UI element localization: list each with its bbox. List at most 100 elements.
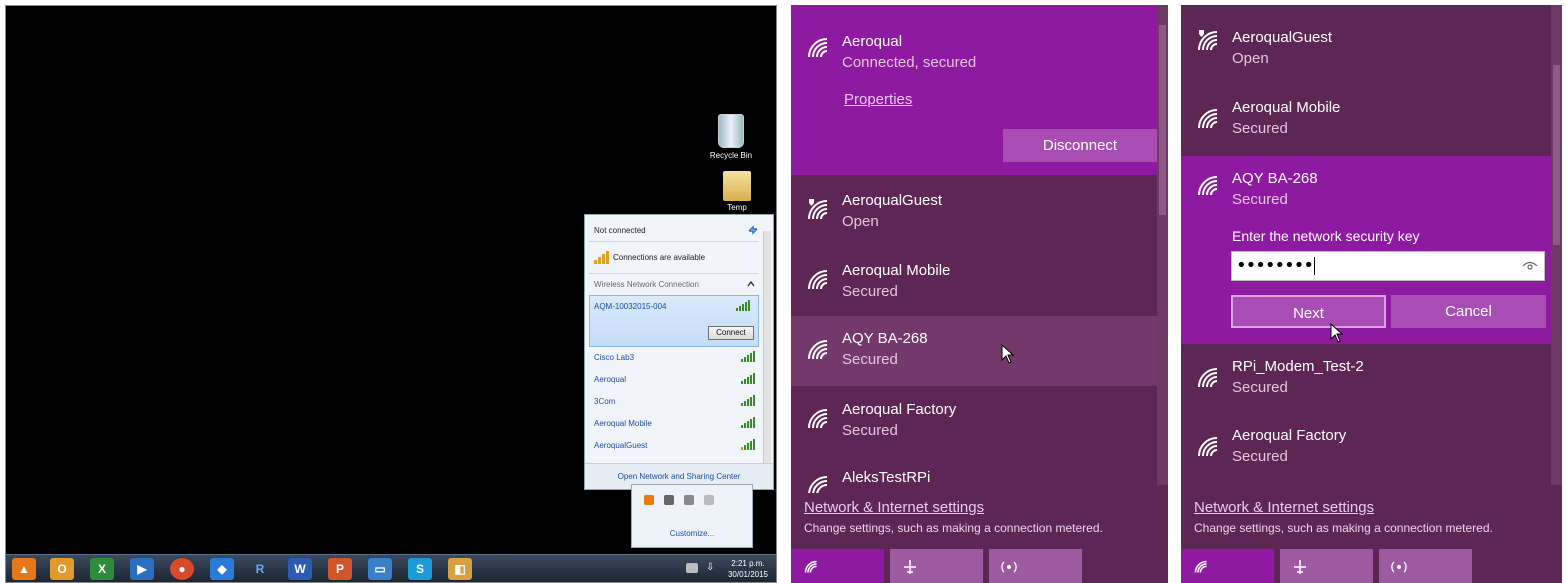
network-status: Connected, secured	[842, 54, 977, 71]
scrollbar-thumb[interactable]	[1159, 25, 1166, 215]
connect-button[interactable]: Connect	[708, 326, 754, 340]
properties-link[interactable]: Properties	[844, 91, 912, 108]
wifi-icon	[1198, 109, 1218, 129]
network-row[interactable]: AleksTestRPi	[791, 457, 1157, 493]
network-ssid: AQY BA-268	[842, 330, 928, 347]
availability-text: Connections are available	[613, 253, 706, 262]
wifi-icon	[808, 476, 828, 493]
disconnect-button[interactable]: Disconnect	[1003, 129, 1157, 162]
network-row[interactable]: Aeroqual Factory Secured	[1181, 415, 1547, 483]
network-row[interactable]: RPi_Modem_Test-2 Secured	[1181, 346, 1547, 414]
security-key-input[interactable]: ••••••••	[1231, 251, 1545, 281]
next-button[interactable]: Next	[1231, 295, 1386, 328]
network-item[interactable]: Aeroqual Mobile	[594, 419, 652, 428]
airplane-icon	[904, 560, 916, 574]
taskbar-clock[interactable]: 2:21 p.m. 30/01/2015	[728, 558, 768, 580]
network-tray-icon[interactable]: ⇩	[706, 563, 716, 573]
wifi-icon	[1198, 368, 1218, 388]
tray-app-icon[interactable]	[664, 495, 674, 505]
dropbox-icon[interactable]: ◆	[210, 558, 234, 580]
network-status: Secured	[1232, 379, 1288, 396]
wifi-icon	[1198, 437, 1218, 457]
vlc-icon[interactable]: ▲	[12, 558, 36, 580]
network-status: Open	[1232, 50, 1269, 67]
wifi-icon	[1194, 560, 1207, 573]
section-header: Wireless Network Connection	[594, 280, 699, 289]
network-status: Secured	[1232, 191, 1288, 208]
skype-icon[interactable]: S	[408, 558, 432, 580]
media-player-icon[interactable]: ▶	[130, 558, 154, 580]
network-ssid: AleksTestRPi	[842, 469, 931, 486]
network-item[interactable]: AeroqualGuest	[594, 441, 647, 450]
chrome-icon[interactable]: ●	[170, 558, 194, 580]
taskbar: ▲ O X ▶ ● ◆ R W P ▭ S ◧ ⇩ 2:21 p.m. 30/0…	[6, 554, 776, 582]
signal-strength-icon	[741, 351, 757, 362]
mouse-cursor-icon	[1330, 323, 1344, 343]
powerpoint-icon[interactable]: P	[328, 558, 352, 580]
flag-icon[interactable]	[704, 495, 714, 505]
wifi-open-icon	[1198, 30, 1218, 51]
signal-strength-icon	[741, 373, 757, 384]
network-item[interactable]: Cisco Lab3	[594, 353, 634, 362]
network-settings-link[interactable]: Network & Internet settings	[1194, 499, 1374, 516]
network-list-scrollbar[interactable]	[1157, 5, 1168, 485]
connected-network-row[interactable]: Aeroqual Connected, secured Properties D…	[791, 5, 1157, 175]
mobile-hotspot-quick-action[interactable]	[1379, 549, 1472, 583]
customize-link[interactable]: Customize...	[632, 529, 752, 538]
network-settings-description: Change settings, such as making a connec…	[1194, 521, 1493, 535]
divider	[589, 241, 759, 242]
windows10-network-panel: Aeroqual Connected, secured Properties D…	[791, 5, 1168, 583]
refresh-icon[interactable]	[747, 225, 759, 235]
network-item[interactable]: Aeroqual	[594, 375, 626, 384]
outlook-icon[interactable]: O	[50, 558, 74, 580]
airplane-mode-quick-action[interactable]	[890, 549, 983, 583]
folder-icon	[723, 171, 751, 201]
connection-status: Not connected	[594, 226, 646, 235]
chevron-up-icon[interactable]	[747, 281, 755, 287]
network-ssid: Aeroqual Mobile	[1232, 99, 1341, 116]
vlc-tray-icon[interactable]	[644, 495, 654, 505]
network-name: AQM-10032015-004	[594, 302, 667, 311]
cancel-button[interactable]: Cancel	[1391, 295, 1546, 328]
network-row[interactable]: AeroqualGuest Open	[791, 178, 1157, 244]
wifi-icon	[1198, 176, 1218, 196]
recycle-bin-icon	[718, 114, 744, 148]
scrollbar-thumb[interactable]	[1553, 65, 1560, 245]
notification-tray-icon[interactable]	[686, 563, 698, 573]
r-icon[interactable]: R	[248, 558, 272, 580]
network-ssid: Aeroqual Mobile	[842, 262, 951, 279]
wifi-icon	[808, 409, 828, 429]
reveal-password-icon[interactable]	[1522, 261, 1538, 271]
volume-icon[interactable]	[684, 495, 694, 505]
network-row[interactable]: AeroqualGuest Open	[1181, 9, 1547, 75]
wifi-quick-action[interactable]	[1181, 549, 1274, 583]
network-row[interactable]: Aeroqual Mobile Secured	[1181, 87, 1547, 153]
network-row[interactable]: Aeroqual Factory Secured	[791, 387, 1157, 453]
windows10-security-key-panel: AeroqualGuest Open Aeroqual Mobile Secur…	[1181, 5, 1562, 583]
popup-scrollbar[interactable]	[763, 231, 771, 463]
word-icon[interactable]: W	[288, 558, 312, 580]
network-settings-link[interactable]: Network & Internet settings	[804, 499, 984, 516]
wifi-quick-action[interactable]	[791, 549, 884, 583]
network-status: Secured	[842, 351, 898, 368]
network-row-hovered[interactable]: AQY BA-268 Secured	[791, 316, 1157, 386]
wifi-icon	[808, 38, 828, 58]
network-list-scrollbar[interactable]	[1551, 5, 1562, 485]
network-ssid: AeroqualGuest	[1232, 29, 1333, 46]
airplane-mode-quick-action[interactable]	[1280, 549, 1373, 583]
folder-sync-icon[interactable]: ◧	[448, 558, 472, 580]
security-key-prompt: Enter the network security key	[1232, 228, 1420, 244]
explorer-icon[interactable]: ▭	[368, 558, 392, 580]
temp-folder-shortcut[interactable]: Temp	[707, 171, 767, 216]
network-settings-description: Change settings, such as making a connec…	[804, 521, 1103, 535]
divider	[589, 273, 759, 274]
selected-network-row[interactable]: AQM-10032015-004 Connect	[589, 295, 759, 347]
network-item[interactable]: 3Com	[594, 397, 615, 406]
network-ssid: AQY BA-268	[1232, 170, 1318, 187]
mouse-cursor-icon	[1001, 344, 1015, 364]
recycle-bin-shortcut[interactable]: Recycle Bin	[701, 114, 761, 160]
excel-icon[interactable]: X	[90, 558, 114, 580]
mobile-hotspot-quick-action[interactable]	[989, 549, 1082, 583]
temp-folder-label: Temp	[727, 203, 747, 212]
network-row[interactable]: Aeroqual Mobile Secured	[791, 248, 1157, 314]
